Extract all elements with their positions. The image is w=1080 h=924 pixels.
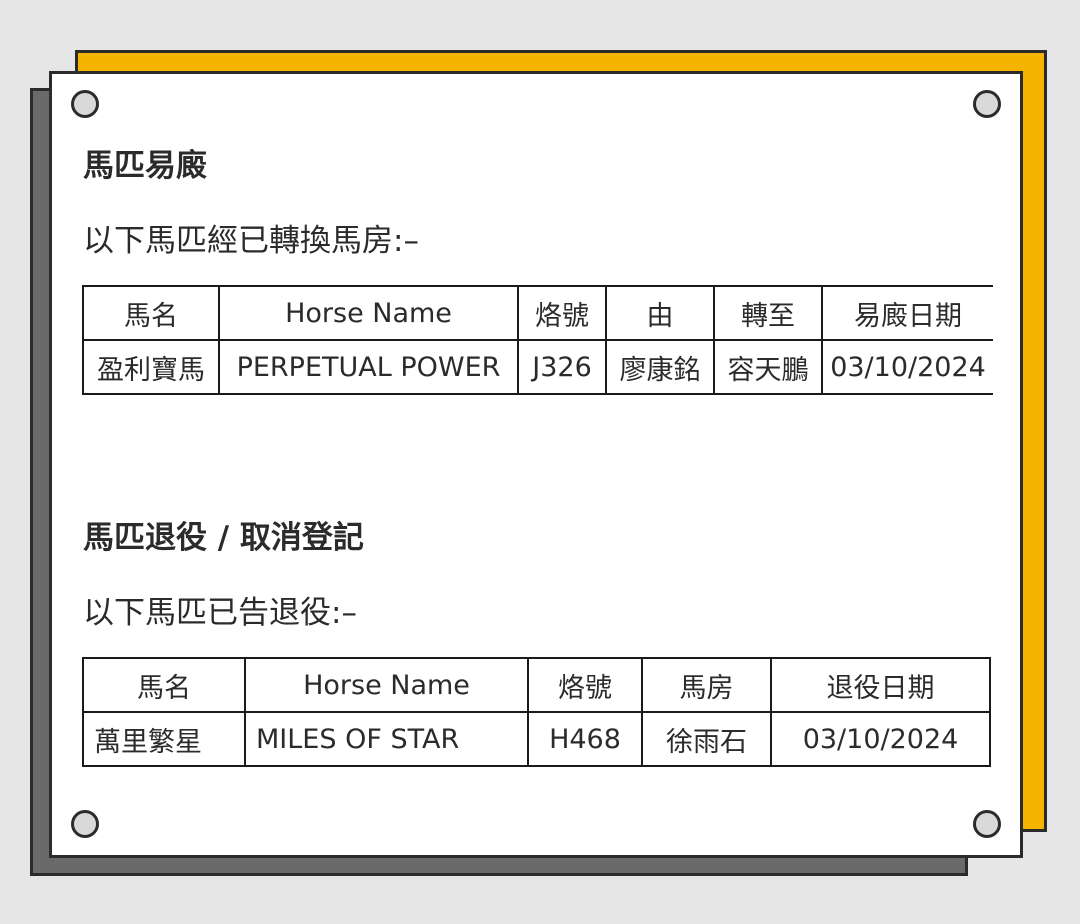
col-header-change-date: 易廄日期 — [821, 285, 993, 341]
cell-to-trainer: 容天鵬 — [713, 339, 823, 395]
screw-bottom-right-icon — [973, 810, 1001, 838]
cell-chinese-name: 萬里繁星 — [82, 711, 246, 767]
col-header-brand-no: 烙號 — [527, 657, 643, 713]
cell-retire-date: 03/10/2024 — [770, 711, 991, 767]
cell-change-date: 03/10/2024 — [821, 339, 993, 395]
cell-from-trainer: 廖康銘 — [605, 339, 715, 395]
retirement-table: 馬名 Horse Name 烙號 馬房 退役日期 萬里繁星 MILES OF S… — [82, 657, 991, 767]
table-row: 萬里繁星 MILES OF STAR H468 徐雨石 03/10/2024 — [82, 711, 991, 767]
cell-horse-name: PERPETUAL POWER — [218, 339, 519, 395]
col-header-stable: 馬房 — [641, 657, 772, 713]
table-header-row: 馬名 Horse Name 烙號 由 轉至 易廄日期 — [82, 285, 993, 341]
cell-stable: 徐雨石 — [641, 711, 772, 767]
screw-top-right-icon — [973, 90, 1001, 118]
section1-intro: 以下馬匹經已轉換馬房:– — [83, 223, 419, 259]
table-header-row: 馬名 Horse Name 烙號 馬房 退役日期 — [82, 657, 991, 713]
cell-chinese-name: 盈利寶馬 — [82, 339, 220, 395]
col-header-from: 由 — [605, 285, 715, 341]
col-header-horse-name: Horse Name — [244, 657, 529, 713]
cell-brand-no: J326 — [517, 339, 607, 395]
cell-horse-name: MILES OF STAR — [244, 711, 529, 767]
screw-top-left-icon — [71, 90, 99, 118]
col-header-chinese-name: 馬名 — [82, 285, 220, 341]
section1-title: 馬匹易廄 — [83, 148, 207, 184]
table-row: 盈利寶馬 PERPETUAL POWER J326 廖康銘 容天鵬 03/10/… — [82, 339, 993, 395]
col-header-chinese-name: 馬名 — [82, 657, 246, 713]
col-header-retire-date: 退役日期 — [770, 657, 991, 713]
section2-title: 馬匹退役 / 取消登記 — [83, 520, 364, 556]
col-header-horse-name: Horse Name — [218, 285, 519, 341]
section2-intro: 以下馬匹已告退役:– — [83, 595, 357, 631]
screw-bottom-left-icon — [71, 810, 99, 838]
col-header-brand-no: 烙號 — [517, 285, 607, 341]
cell-brand-no: H468 — [527, 711, 643, 767]
col-header-to: 轉至 — [713, 285, 823, 341]
stable-change-table: 馬名 Horse Name 烙號 由 轉至 易廄日期 盈利寶馬 PERPETUA… — [82, 285, 993, 395]
